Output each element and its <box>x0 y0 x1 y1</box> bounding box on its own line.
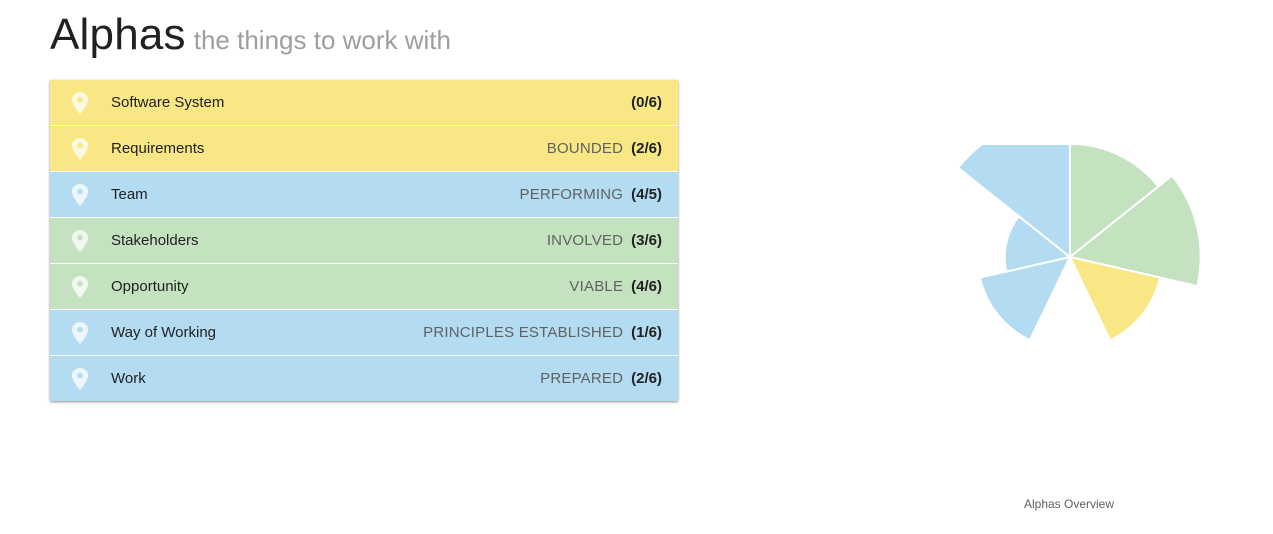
alpha-row[interactable]: Way of Working PRINCIPLES ESTABLISHED (1/6… <box>50 310 678 356</box>
map-marker-icon <box>72 322 88 344</box>
alpha-progress: (2/6) <box>631 140 662 157</box>
map-marker-icon <box>72 138 88 160</box>
alpha-name: Stakeholders <box>111 232 199 249</box>
map-marker-icon <box>72 184 88 206</box>
page-title: Alphas <box>50 10 186 59</box>
alpha-state: PRINCIPLES ESTABLISHED <box>423 324 624 341</box>
alpha-state: BOUNDED <box>546 140 624 157</box>
alpha-progress: (3/6) <box>631 232 662 249</box>
alpha-name: Team <box>111 186 148 203</box>
alpha-state: VIABLE <box>569 278 624 295</box>
map-marker-icon <box>72 230 88 252</box>
chart-segment-work[interactable] <box>978 255 1072 342</box>
alpha-row[interactable]: Opportunity VIABLE (4/6) <box>50 264 678 310</box>
alpha-progress: (2/6) <box>631 370 662 387</box>
alpha-name: Opportunity <box>111 278 189 295</box>
alpha-row[interactable]: Requirements BOUNDED (2/6) <box>50 126 678 172</box>
alpha-name: Work <box>111 370 146 387</box>
alpha-state: PREPARED <box>540 370 624 387</box>
alpha-progress: (4/6) <box>631 278 662 295</box>
alpha-row[interactable]: Software System (0/6) <box>50 80 678 126</box>
map-marker-icon <box>72 92 88 114</box>
alpha-state: PERFORMING <box>519 186 624 203</box>
page-heading: Alphas the things to work with <box>50 10 451 60</box>
alpha-state: INVOLVED <box>546 232 624 249</box>
alpha-name: Requirements <box>111 140 205 157</box>
alpha-row[interactable]: Team PERFORMING (4/5) <box>50 172 678 218</box>
chart-caption: Alphas Overview <box>1023 497 1115 511</box>
map-marker-icon <box>72 276 88 298</box>
alpha-name: Software System <box>111 94 225 111</box>
alpha-progress: (1/6) <box>631 324 662 341</box>
alpha-row[interactable]: Work PREPARED (2/6) <box>50 356 678 401</box>
alpha-progress: (4/5) <box>631 186 662 203</box>
polar-area-chart <box>956 112 1202 342</box>
map-marker-icon <box>72 368 88 390</box>
alpha-list: Software System (0/6) Requirements BOUNDED (… <box>50 80 678 401</box>
alpha-name: Way of Working <box>111 324 217 341</box>
page-subtitle: the things to work with <box>193 25 451 55</box>
alpha-row[interactable]: Stakeholders INVOLVED (3/6) <box>50 218 678 264</box>
alpha-progress: (0/6) <box>631 94 662 111</box>
alphas-overview-chart <box>930 112 1210 385</box>
